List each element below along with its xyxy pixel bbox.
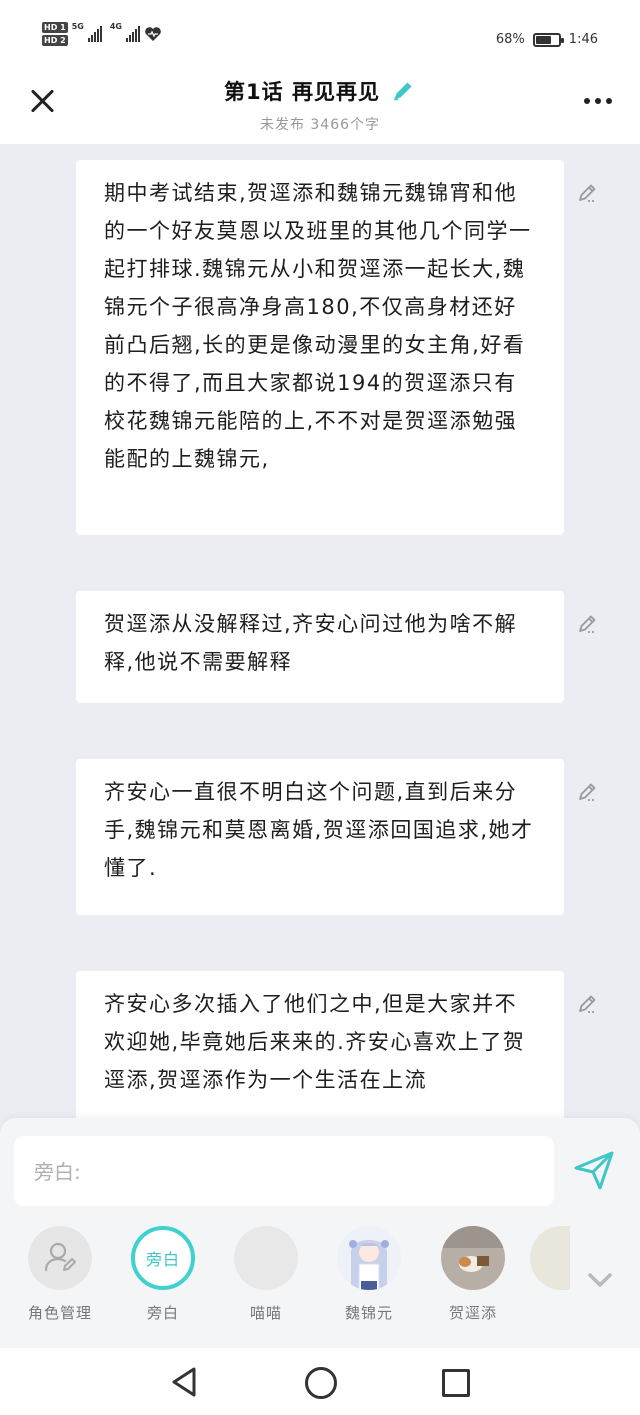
paragraph-card[interactable]: 贺逕添从没解释过,齐安心问过他为啥不解释,他说不需要解释 (76, 591, 596, 703)
paragraph-text: 贺逕添从没解释过,齐安心问过他为啥不解释,他说不需要解释 (104, 612, 518, 674)
paragraph-text: 期中考试结束,贺逕添和魏锦元魏锦宵和他的一个好友莫恩以及班里的其他几个同学一起打… (104, 181, 532, 471)
paragraph-text: 齐安心多次插入了他们之中,但是大家并不欢迎她,毕竟她后来来的.齐安心喜欢上了贺逕… (104, 992, 526, 1092)
role-item-more-partial[interactable] (530, 1226, 570, 1290)
chapter-status: 未发布 3466个字 (259, 117, 381, 133)
clock: 1:46 (568, 32, 598, 47)
home-circle-icon[interactable] (305, 1367, 337, 1399)
system-nav-bar (0, 1348, 640, 1415)
cat-photo-avatar-image (441, 1226, 505, 1290)
chevron-down-icon[interactable] (584, 1264, 616, 1296)
more-options-icon[interactable] (584, 98, 612, 104)
signal-icon (87, 26, 102, 42)
edit-title-pencil-icon[interactable] (390, 78, 416, 104)
paragraph-card[interactable]: 期中考试结束,贺逕添和魏锦元魏锦宵和他的一个好友莫恩以及班里的其他几个同学一起打… (76, 160, 596, 535)
send-icon[interactable] (572, 1148, 616, 1192)
paragraph-text: 齐安心一直很不明白这个问题,直到后来分手,魏锦元和莫恩离婚,贺逕添回国追求,她才… (104, 780, 534, 880)
anime-girl-avatar-image (337, 1226, 401, 1290)
role-manage-item[interactable]: 角色管理 (15, 1226, 105, 1323)
editor-header: 第1话 再见再见 未发布 3466个字 (0, 70, 640, 144)
paragraph-card[interactable]: 齐安心一直很不明白这个问题,直到后来分手,魏锦元和莫恩离婚,贺逕添回国追求,她才… (76, 759, 596, 915)
partial-avatar (530, 1226, 570, 1290)
narration-input[interactable] (32, 1136, 540, 1208)
role-label: 旁白 (146, 1304, 179, 1322)
role-item-narrator[interactable]: 旁白 旁白 (118, 1226, 208, 1323)
composer-panel: 角色管理 旁白 旁白 喵喵 (0, 1118, 640, 1348)
edit-paragraph-icon[interactable] (574, 180, 600, 206)
recent-apps-square-icon[interactable] (442, 1369, 470, 1397)
status-right: 68% 1:46 (496, 32, 598, 47)
status-bar: HD 1 HD 2 5G 4G 68% 1:46 (0, 0, 640, 70)
chapter-title: 第1话 再见再见 (224, 80, 380, 104)
role-label: 喵喵 (249, 1304, 282, 1322)
hd2-badge: HD 2 (42, 35, 68, 46)
back-triangle-icon[interactable] (170, 1366, 198, 1398)
hd1-badge: HD 1 (42, 22, 68, 33)
network-4g-label: 4G (109, 22, 122, 31)
edit-paragraph-icon[interactable] (574, 611, 600, 637)
role-item-weijinyuan[interactable]: 魏锦元 (324, 1226, 414, 1323)
narrator-avatar: 旁白 (131, 1226, 195, 1290)
narrator-avatar-text: 旁白 (145, 1250, 180, 1269)
health-heart-icon (145, 27, 161, 41)
role-manage-avatar (28, 1226, 92, 1290)
battery-icon (532, 32, 564, 47)
edit-paragraph-icon[interactable] (574, 779, 600, 805)
hejingtian-avatar (441, 1226, 505, 1290)
role-item-hejingtian[interactable]: 贺逕添 (428, 1226, 518, 1323)
status-left: HD 1 HD 2 5G 4G (42, 22, 162, 46)
role-label: 贺逕添 (448, 1304, 497, 1322)
network-5g-label: 5G (71, 22, 84, 31)
role-selector: 角色管理 旁白 旁白 喵喵 魏锦元 贺逕添 (0, 1226, 640, 1346)
weijinyuan-avatar (337, 1226, 401, 1290)
signal-icon-2 (125, 26, 140, 42)
miaomiao-avatar (234, 1226, 298, 1290)
battery-percent: 68% (495, 32, 525, 47)
role-label: 魏锦元 (344, 1304, 393, 1322)
user-edit-icon (44, 1242, 76, 1272)
role-item-miaomiao[interactable]: 喵喵 (221, 1226, 311, 1323)
composer-input-box (14, 1136, 554, 1208)
title-area: 第1话 再见再见 未发布 3466个字 (0, 76, 640, 134)
edit-paragraph-icon[interactable] (574, 991, 600, 1017)
role-label: 角色管理 (27, 1304, 92, 1322)
